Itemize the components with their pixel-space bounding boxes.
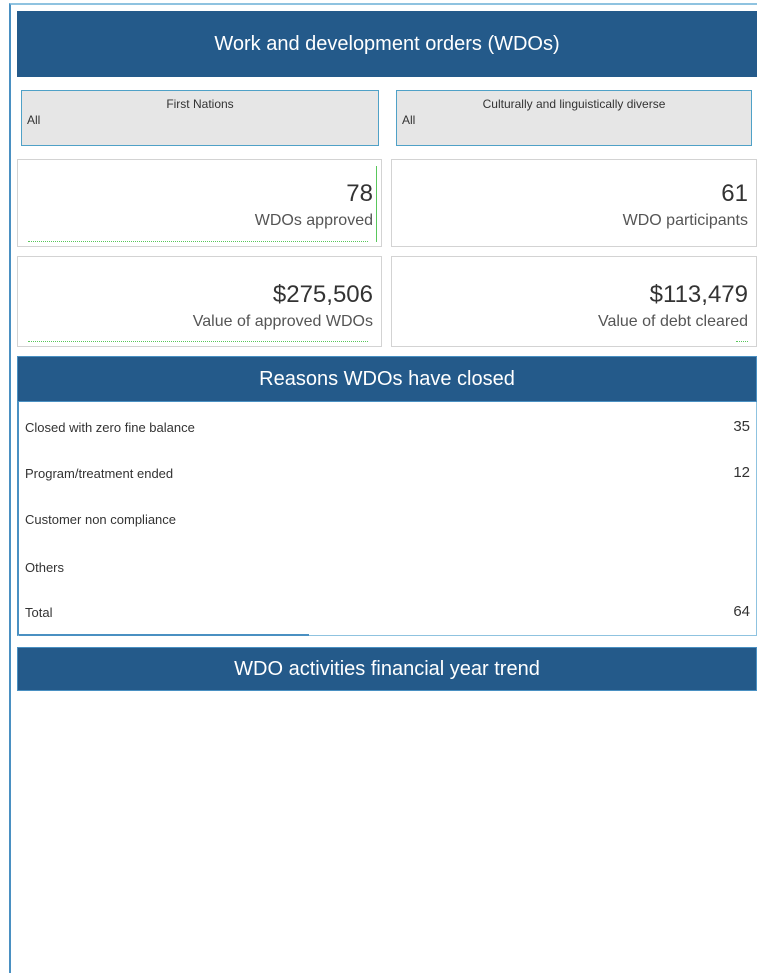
kpi-value: $275,506 bbox=[272, 281, 373, 308]
cald-filter[interactable]: Culturally and linguistically diverse Al… bbox=[396, 90, 752, 146]
table-row[interactable]: Closed with zero fine balance 35 bbox=[25, 418, 750, 438]
table-row[interactable]: Customer non compliance bbox=[25, 510, 750, 530]
card-accent-underline bbox=[736, 341, 748, 342]
row-label: Closed with zero fine balance bbox=[25, 420, 195, 435]
row-value: 35 bbox=[733, 418, 750, 435]
row-value: 64 bbox=[733, 603, 750, 620]
card-accent-underline bbox=[28, 241, 368, 242]
trend-section-title: WDO activities financial year trend bbox=[17, 647, 757, 691]
cald-filter-value[interactable]: All bbox=[402, 113, 415, 127]
kpi-label: WDO participants bbox=[622, 212, 748, 229]
kpi-value: 61 bbox=[721, 180, 748, 207]
table-row[interactable]: Others bbox=[25, 558, 750, 578]
kpi-card-debt-cleared[interactable]: $113,479 Value of debt cleared bbox=[391, 256, 757, 347]
kpi-card-wdos-approved[interactable]: 78 WDOs approved bbox=[17, 159, 382, 247]
kpi-label: Value of approved WDOs bbox=[192, 313, 373, 330]
row-value: 12 bbox=[733, 464, 750, 481]
row-label: Others bbox=[25, 560, 65, 575]
kpi-value: $113,479 bbox=[649, 281, 748, 308]
table-row-total[interactable]: Total 64 bbox=[25, 603, 750, 623]
row-label: Customer non compliance bbox=[25, 512, 177, 527]
row-label: Total bbox=[25, 605, 53, 620]
trend-section-title-text: WDO activities financial year trend bbox=[234, 657, 540, 680]
table-row[interactable]: Program/treatment ended 12 bbox=[25, 464, 750, 484]
kpi-label: WDOs approved bbox=[254, 212, 373, 229]
kpi-card-wdo-participants[interactable]: 61 WDO participants bbox=[391, 159, 757, 247]
kpi-card-value-approved[interactable]: $275,506 Value of approved WDOs bbox=[17, 256, 382, 347]
horizontal-scrollbar[interactable] bbox=[19, 634, 309, 636]
first-nations-filter-label: First Nations bbox=[166, 97, 234, 111]
first-nations-filter-value[interactable]: All bbox=[27, 113, 40, 127]
card-accent-line bbox=[376, 166, 377, 242]
card-accent-underline bbox=[28, 341, 368, 342]
cald-filter-label: Culturally and linguistically diverse bbox=[482, 97, 666, 111]
row-label: Program/treatment ended bbox=[25, 466, 174, 481]
kpi-label: Value of debt cleared bbox=[597, 313, 748, 330]
page-title-text: Work and development orders (WDOs) bbox=[214, 32, 560, 55]
page-title: Work and development orders (WDOs) bbox=[17, 11, 757, 77]
kpi-value: 78 bbox=[346, 180, 373, 207]
reasons-table[interactable]: Closed with zero fine balance 35 Program… bbox=[17, 402, 757, 636]
first-nations-filter[interactable]: First Nations All bbox=[21, 90, 379, 146]
reasons-section-title-text: Reasons WDOs have closed bbox=[259, 367, 515, 390]
reasons-section-title: Reasons WDOs have closed bbox=[17, 356, 757, 402]
